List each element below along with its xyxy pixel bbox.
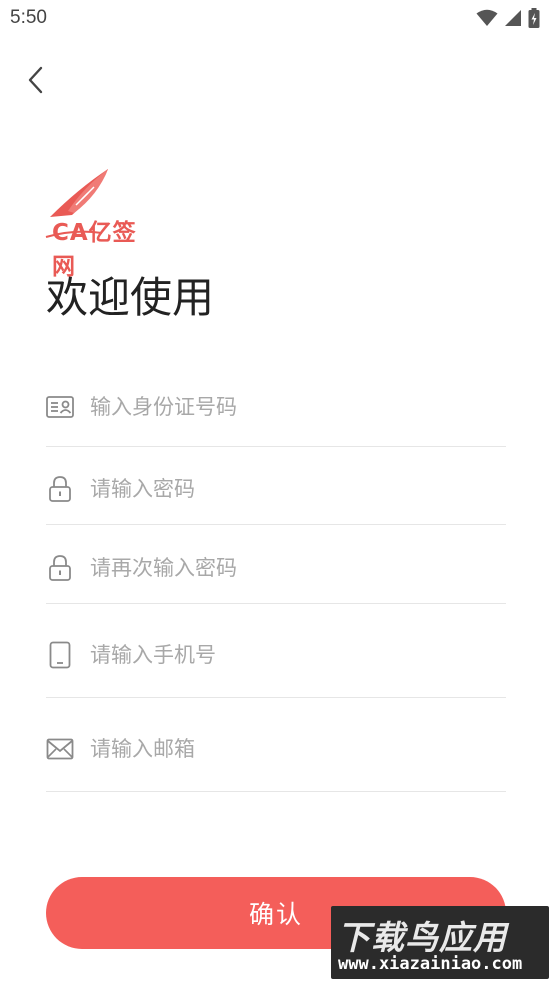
password-input[interactable] xyxy=(90,477,490,501)
phone-icon xyxy=(46,641,74,669)
phone-field xyxy=(46,612,506,698)
lock-icon xyxy=(46,475,74,503)
id-card-icon xyxy=(46,393,74,421)
chevron-left-icon xyxy=(28,66,43,94)
email-input[interactable] xyxy=(90,736,490,761)
confirm-password-field xyxy=(46,533,506,604)
wifi-icon xyxy=(476,9,498,26)
watermark-title: 下载鸟应用 xyxy=(337,918,507,957)
password-field xyxy=(46,454,506,525)
id-number-field xyxy=(46,368,506,447)
mail-icon xyxy=(46,735,74,763)
logo: CA亿签网 xyxy=(44,165,156,280)
signal-icon xyxy=(505,10,521,26)
watermark: 下载鸟应用 www.xiazainiao.com xyxy=(331,906,549,979)
back-button[interactable] xyxy=(18,60,54,100)
watermark-url: www.xiazainiao.com xyxy=(338,954,523,974)
id-number-input[interactable] xyxy=(90,395,490,419)
confirm-password-input[interactable] xyxy=(90,556,490,580)
status-bar: 5:50 xyxy=(0,0,552,38)
phone-input[interactable] xyxy=(90,642,490,667)
email-field xyxy=(46,706,506,792)
page-title: 欢迎使用 xyxy=(46,273,215,322)
status-icons xyxy=(476,8,540,28)
lock-icon xyxy=(46,554,74,582)
status-time: 5:50 xyxy=(10,7,47,28)
battery-icon xyxy=(528,8,540,28)
